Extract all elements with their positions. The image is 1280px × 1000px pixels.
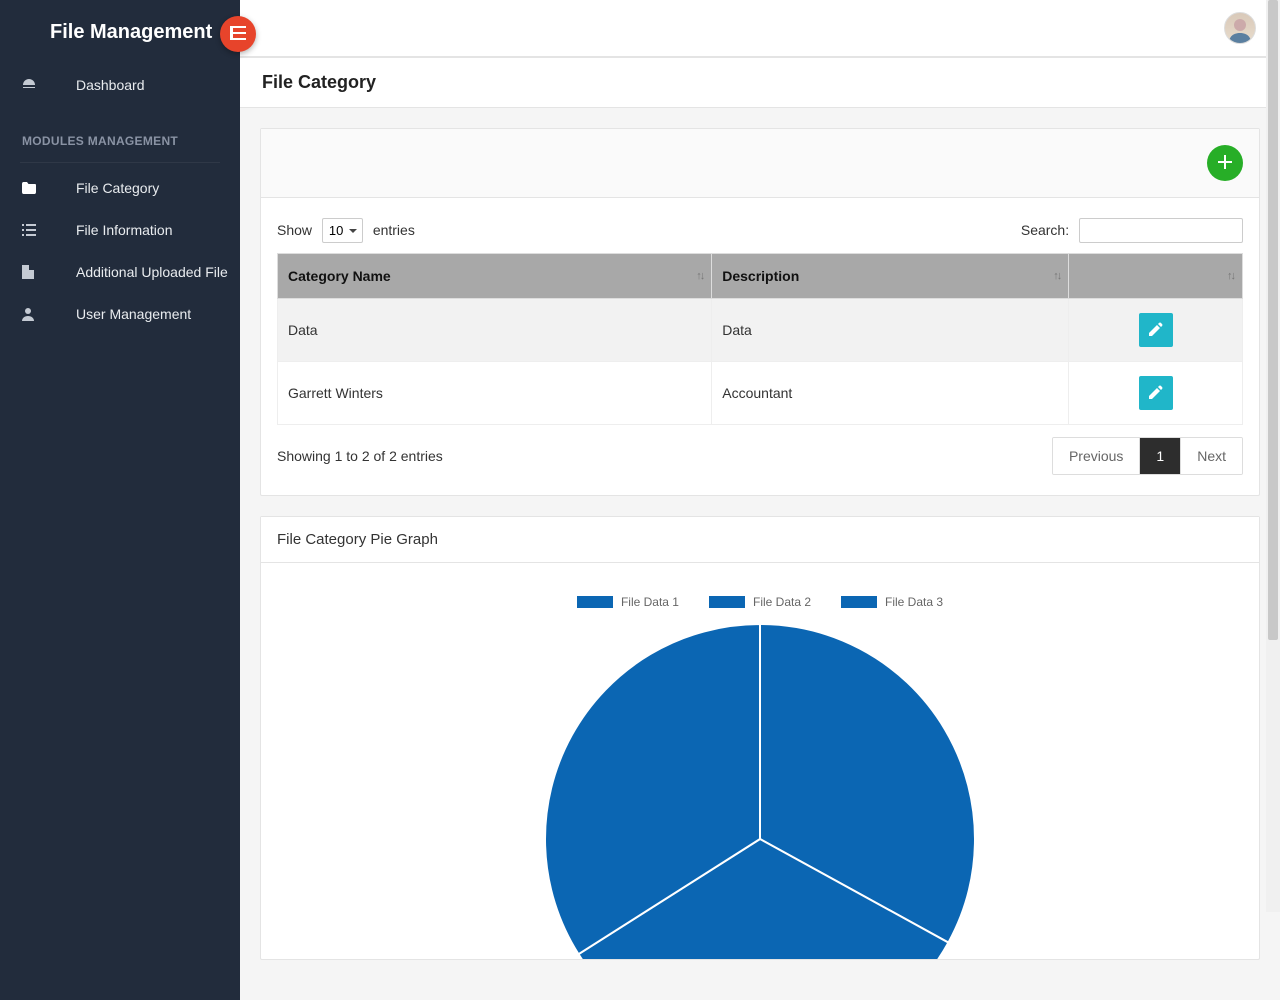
sidebar-item-label: User Management	[52, 306, 191, 322]
pencil-icon	[1149, 322, 1163, 339]
table-search-control: Search:	[1021, 218, 1243, 243]
legend-label: File Data 1	[621, 595, 679, 609]
legend-swatch	[841, 596, 877, 608]
pagination-page-1[interactable]: 1	[1139, 438, 1180, 474]
pie-panel-title: File Category Pie Graph	[261, 517, 1259, 563]
pagination: Previous 1 Next	[1052, 437, 1243, 475]
cell-category-name: Data	[278, 299, 712, 362]
column-label: Description	[722, 268, 799, 284]
pencil-icon	[1149, 385, 1163, 402]
sidebar-item-label: File Information	[52, 222, 172, 238]
dashboard-icon	[22, 78, 52, 92]
topbar	[240, 0, 1280, 57]
add-category-button[interactable]	[1207, 145, 1243, 181]
scrollbar-thumb[interactable]	[1268, 0, 1278, 640]
sidebar-item-additional-uploaded-file[interactable]: Additional Uploaded File	[0, 251, 240, 293]
sort-icon: ↑↓	[1227, 270, 1234, 282]
cell-category-name: Garrett Winters	[278, 362, 712, 425]
cell-description: Accountant	[712, 362, 1069, 425]
search-input[interactable]	[1079, 218, 1243, 243]
user-avatar[interactable]	[1224, 12, 1256, 44]
file-category-table: Category Name ↑↓ Description ↑↓ ↑↓	[277, 253, 1243, 425]
plus-icon	[1218, 153, 1232, 174]
file-category-table-panel: Show 10 entries Search:	[260, 128, 1260, 496]
pagination-previous[interactable]: Previous	[1053, 438, 1139, 474]
pie-chart	[277, 619, 1243, 959]
sort-icon: ↑↓	[696, 270, 703, 282]
sidebar-toggle-button[interactable]	[220, 16, 256, 52]
pagination-next[interactable]: Next	[1180, 438, 1242, 474]
cell-actions	[1069, 299, 1243, 362]
sidebar-item-dashboard[interactable]: Dashboard	[0, 64, 240, 106]
column-label: Category Name	[288, 268, 391, 284]
app-brand: File Management	[0, 0, 240, 64]
scrollbar[interactable]	[1266, 0, 1280, 912]
sidebar-divider	[20, 162, 220, 163]
legend-item[interactable]: File Data 1	[577, 595, 679, 609]
column-header-description[interactable]: Description ↑↓	[712, 254, 1069, 299]
pie-chart-panel: File Category Pie Graph File Data 1File …	[260, 516, 1260, 960]
legend-label: File Data 2	[753, 595, 811, 609]
cell-actions	[1069, 362, 1243, 425]
sort-icon: ↑↓	[1053, 270, 1060, 282]
show-label-pre: Show	[277, 222, 312, 238]
cell-description: Data	[712, 299, 1069, 362]
edit-button[interactable]	[1139, 313, 1173, 347]
menu-icon	[230, 26, 246, 43]
search-label: Search:	[1021, 222, 1069, 238]
sidebar-item-label: Dashboard	[52, 77, 145, 93]
sidebar-item-file-category[interactable]: File Category	[0, 167, 240, 209]
legend-label: File Data 3	[885, 595, 943, 609]
page-title: File Category	[240, 57, 1280, 108]
sidebar: File Management Dashboard MODULES MANAGE…	[0, 0, 240, 1000]
sidebar-item-file-information[interactable]: File Information	[0, 209, 240, 251]
show-label-post: entries	[373, 222, 415, 238]
sidebar-item-user-management[interactable]: User Management	[0, 293, 240, 335]
sidebar-item-label: Additional Uploaded File	[52, 264, 228, 280]
user-icon	[22, 307, 52, 321]
legend-swatch	[577, 596, 613, 608]
column-header-actions[interactable]: ↑↓	[1069, 254, 1243, 299]
table-length-select[interactable]: 10	[322, 218, 363, 243]
sidebar-item-label: File Category	[52, 180, 159, 196]
pie-legend: File Data 1 File Data 2 File Data 3	[277, 595, 1243, 609]
column-header-category-name[interactable]: Category Name ↑↓	[278, 254, 712, 299]
edit-button[interactable]	[1139, 376, 1173, 410]
legend-item[interactable]: File Data 2	[709, 595, 811, 609]
legend-swatch	[709, 596, 745, 608]
list-icon	[22, 224, 52, 236]
table-info: Showing 1 to 2 of 2 entries	[277, 448, 443, 464]
sidebar-section-heading: MODULES MANAGEMENT	[0, 120, 240, 158]
file-icon	[22, 265, 52, 279]
table-length-control: Show 10 entries	[277, 218, 415, 243]
legend-item[interactable]: File Data 3	[841, 595, 943, 609]
table-row: DataData	[278, 299, 1243, 362]
main-content: File Category Show	[240, 0, 1280, 1000]
table-row: Garrett WintersAccountant	[278, 362, 1243, 425]
folder-icon	[22, 182, 52, 194]
